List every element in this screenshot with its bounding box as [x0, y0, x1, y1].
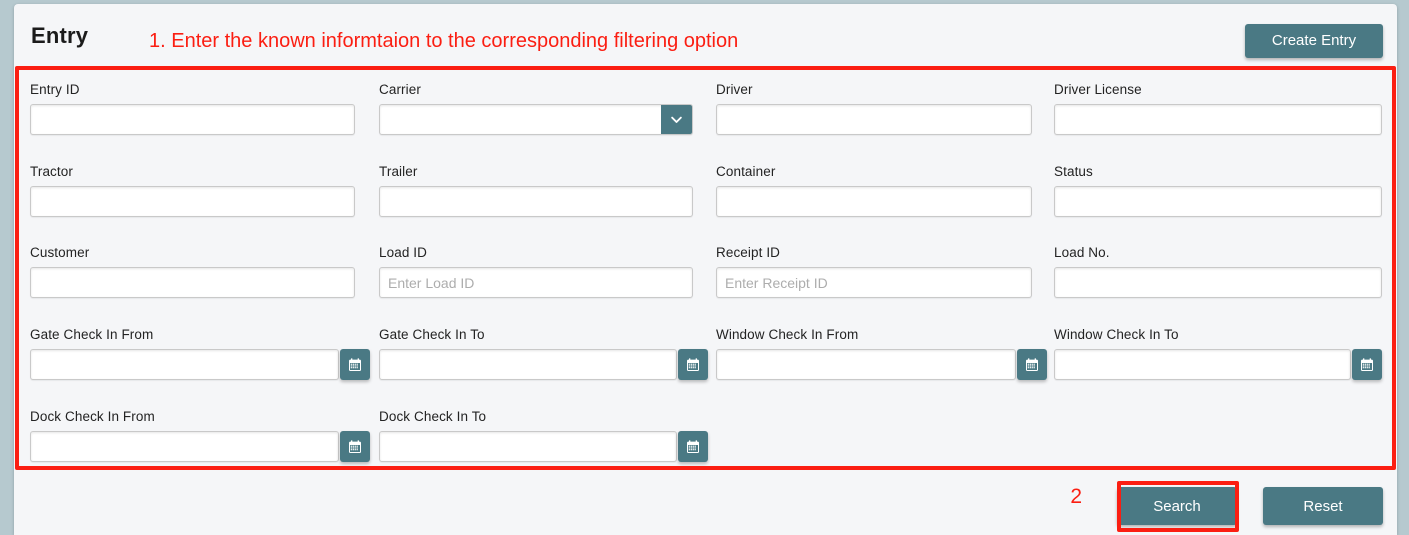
gate-check-in-from-input[interactable]	[30, 349, 339, 380]
field-container: Container	[716, 164, 1032, 217]
annotation-step-1-text: 1. Enter the known informtaion to the co…	[149, 30, 738, 53]
field-label: Status	[1054, 164, 1382, 179]
date-input-wrap	[716, 349, 1047, 380]
field-label: Load No.	[1054, 245, 1382, 260]
field-load-no: Load No.	[1054, 245, 1382, 298]
date-input-wrap	[30, 349, 370, 380]
filter-fields-area: Entry ID Carrier Driver Driver License	[14, 66, 1397, 476]
status-input[interactable]	[1054, 186, 1382, 217]
field-gate-check-in-to: Gate Check In To	[379, 327, 708, 380]
field-customer: Customer	[30, 245, 355, 298]
window-check-in-to-input[interactable]	[1054, 349, 1351, 380]
field-label: Customer	[30, 245, 355, 260]
field-gate-check-in-from: Gate Check In From	[30, 327, 370, 380]
date-input-wrap	[1054, 349, 1382, 380]
field-entry-id: Entry ID	[30, 82, 355, 135]
driver-license-input[interactable]	[1054, 104, 1382, 135]
card-header: Entry 1. Enter the known informtaion to …	[14, 4, 1397, 66]
app-root: Entry 1. Enter the known informtaion to …	[0, 0, 1409, 535]
field-load-id: Load ID	[379, 245, 693, 298]
carrier-select-input[interactable]	[379, 104, 693, 135]
field-label: Receipt ID	[716, 245, 1032, 260]
field-dock-check-in-to: Dock Check In To	[379, 409, 708, 462]
gate-check-in-to-input[interactable]	[379, 349, 677, 380]
container-input[interactable]	[716, 186, 1032, 217]
calendar-icon[interactable]	[340, 349, 370, 380]
entry-filter-card: Entry 1. Enter the known informtaion to …	[14, 4, 1397, 535]
calendar-icon[interactable]	[1352, 349, 1382, 380]
field-label: Window Check In From	[716, 327, 1047, 342]
card-footer: 2 Search Reset	[14, 473, 1397, 535]
load-no-input[interactable]	[1054, 267, 1382, 298]
reset-button[interactable]: Reset	[1263, 487, 1383, 525]
calendar-icon[interactable]	[678, 431, 708, 462]
field-label: Driver	[716, 82, 1032, 97]
field-label: Entry ID	[30, 82, 355, 97]
field-label: Driver License	[1054, 82, 1382, 97]
field-label: Window Check In To	[1054, 327, 1382, 342]
field-carrier: Carrier	[379, 82, 693, 135]
field-label: Dock Check In From	[30, 409, 370, 424]
annotation-step-2-label: 2	[1070, 485, 1082, 509]
load-id-input[interactable]	[379, 267, 693, 298]
carrier-select-wrap	[379, 104, 693, 135]
field-tractor: Tractor	[30, 164, 355, 217]
window-check-in-from-input[interactable]	[716, 349, 1016, 380]
field-status: Status	[1054, 164, 1382, 217]
search-button[interactable]: Search	[1117, 487, 1237, 525]
receipt-id-input[interactable]	[716, 267, 1032, 298]
field-driver-license: Driver License	[1054, 82, 1382, 135]
field-label: Gate Check In To	[379, 327, 708, 342]
driver-input[interactable]	[716, 104, 1032, 135]
page-title: Entry	[31, 23, 88, 49]
entry-id-input[interactable]	[30, 104, 355, 135]
customer-input[interactable]	[30, 267, 355, 298]
field-driver: Driver	[716, 82, 1032, 135]
field-label: Gate Check In From	[30, 327, 370, 342]
tractor-input[interactable]	[30, 186, 355, 217]
date-input-wrap	[30, 431, 370, 462]
calendar-icon[interactable]	[340, 431, 370, 462]
calendar-icon[interactable]	[1017, 349, 1047, 380]
field-receipt-id: Receipt ID	[716, 245, 1032, 298]
field-label: Container	[716, 164, 1032, 179]
date-input-wrap	[379, 349, 708, 380]
field-label: Tractor	[30, 164, 355, 179]
field-label: Load ID	[379, 245, 693, 260]
field-label: Trailer	[379, 164, 693, 179]
field-trailer: Trailer	[379, 164, 693, 217]
date-input-wrap	[379, 431, 708, 462]
trailer-input[interactable]	[379, 186, 693, 217]
dock-check-in-from-input[interactable]	[30, 431, 339, 462]
dock-check-in-to-input[interactable]	[379, 431, 677, 462]
create-entry-button[interactable]: Create Entry	[1245, 24, 1383, 58]
field-window-check-in-from: Window Check In From	[716, 327, 1047, 380]
calendar-icon[interactable]	[678, 349, 708, 380]
field-label: Carrier	[379, 82, 693, 97]
chevron-down-icon[interactable]	[661, 105, 692, 134]
field-dock-check-in-from: Dock Check In From	[30, 409, 370, 462]
field-label: Dock Check In To	[379, 409, 708, 424]
field-window-check-in-to: Window Check In To	[1054, 327, 1382, 380]
